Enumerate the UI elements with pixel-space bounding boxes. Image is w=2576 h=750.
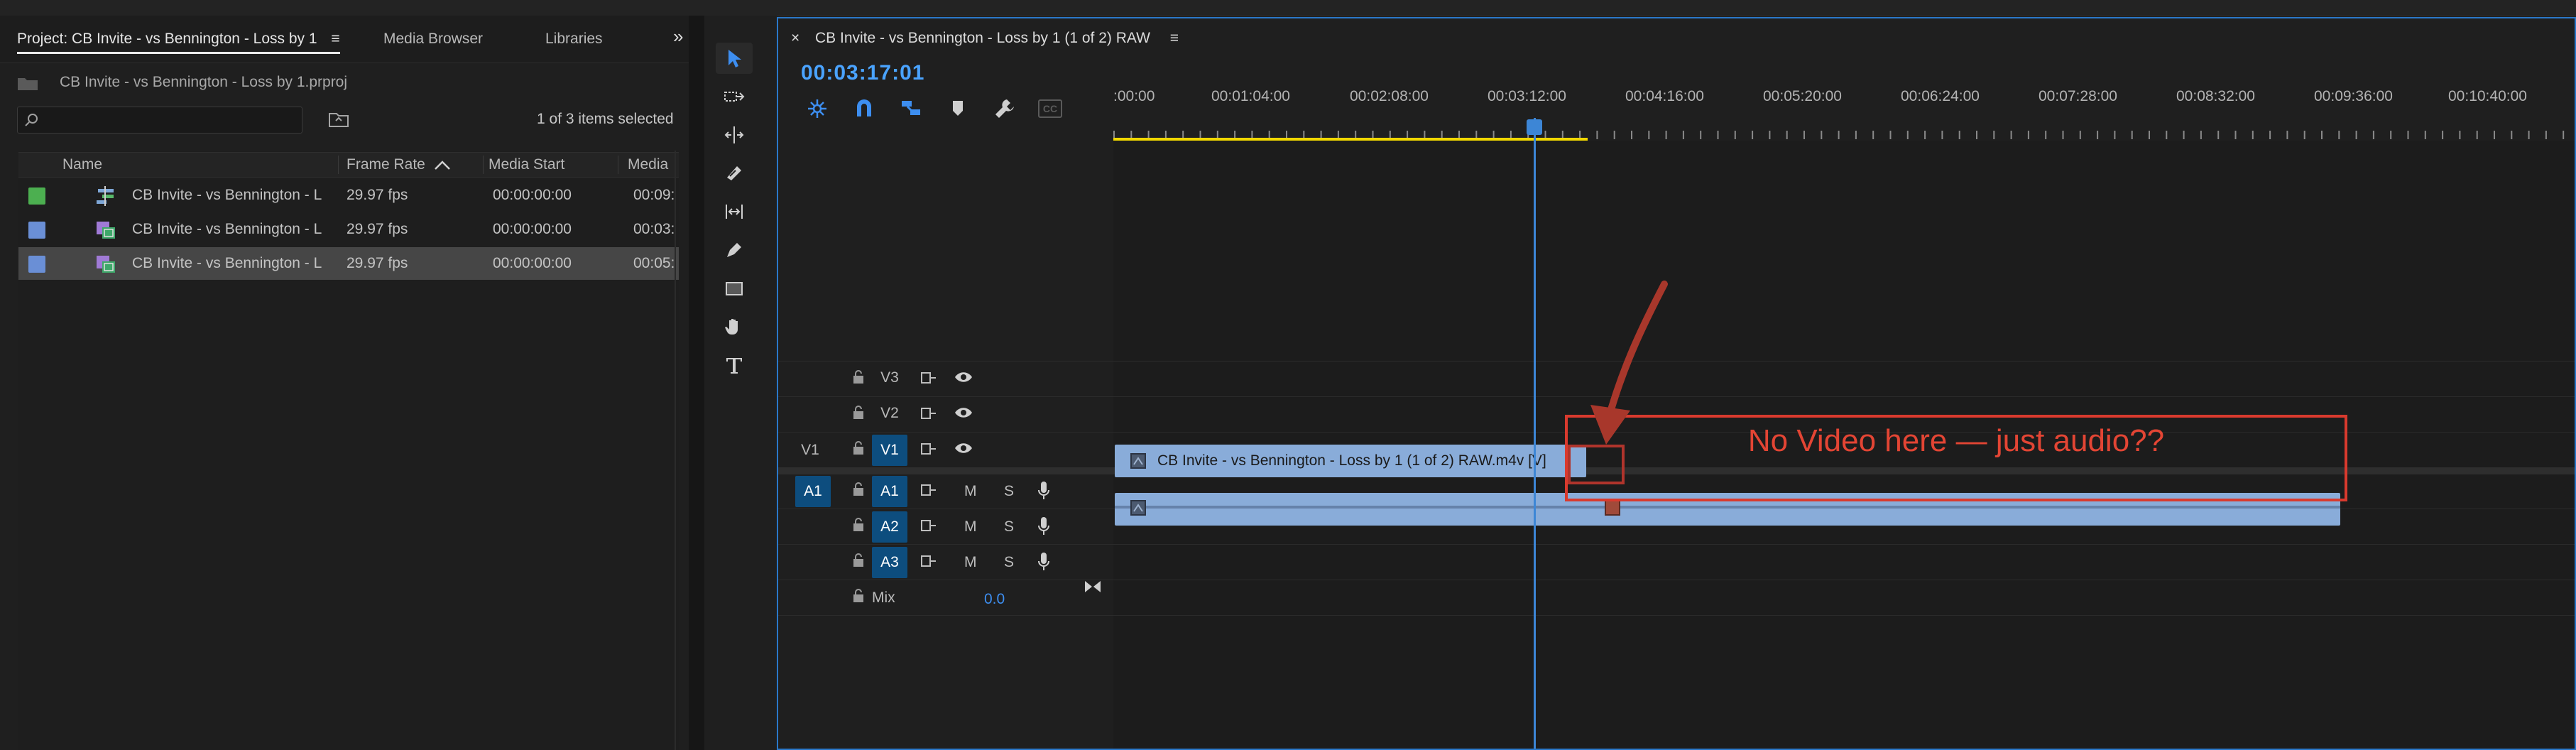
col-divider[interactable] [338, 156, 339, 174]
type-icon[interactable] [716, 349, 753, 381]
item-media: 00:09: [633, 187, 675, 203]
item-media: 00:03: [633, 221, 675, 237]
item-name: CB Invite - vs Bennington - L [132, 187, 322, 203]
ripple-edit-icon[interactable] [716, 119, 753, 151]
project-tabs: Project: CB Invite - vs Bennington - Los… [0, 16, 689, 62]
project-folder-icon [18, 78, 38, 90]
item-frame-rate: 29.97 fps [346, 255, 408, 271]
item-frame-rate: 29.97 fps [346, 221, 408, 237]
tab-project[interactable]: Project: CB Invite - vs Bennington - Los… [17, 16, 340, 62]
hand-icon[interactable] [716, 311, 753, 342]
col-frame-rate[interactable]: Frame Rate [346, 153, 425, 177]
col-media[interactable]: Media [628, 153, 668, 177]
item-name: CB Invite - vs Bennington - L [132, 221, 322, 237]
divider [0, 62, 689, 63]
search-icon [25, 114, 38, 126]
list-item[interactable]: CB Invite - vs Bennington - L 29.97 fps … [18, 213, 679, 246]
item-media-start: 00:00:00:00 [493, 187, 572, 203]
tab-project-label: Project: CB Invite - vs Bennington - Los… [17, 31, 317, 47]
item-frame-rate: 29.97 fps [346, 187, 408, 203]
list-header: Name Frame Rate Media Start Media [18, 152, 679, 178]
label-color-swatch[interactable] [28, 256, 45, 273]
search-input[interactable] [17, 107, 302, 134]
item-media-start: 00:00:00:00 [493, 221, 572, 237]
panel-overflow-icon[interactable]: » [673, 13, 683, 60]
razor-icon[interactable] [716, 158, 753, 189]
sequence-icon [97, 186, 114, 206]
item-name: CB Invite - vs Bennington - L [132, 255, 322, 271]
list-item[interactable]: CB Invite - vs Bennington - L 29.97 fps … [18, 179, 679, 212]
new-bin-icon[interactable] [328, 111, 349, 128]
tab-libraries[interactable]: Libraries [545, 16, 603, 62]
track-select-icon[interactable] [716, 81, 753, 112]
top-strip [0, 0, 2576, 16]
tab-media-browser[interactable]: Media Browser [383, 16, 483, 62]
project-file-name: CB Invite - vs Bennington - Loss by 1.pr… [60, 74, 348, 90]
tools-panel [704, 16, 777, 750]
sort-ascending-icon[interactable] [433, 158, 452, 171]
tab-menu-icon[interactable]: ≡ [331, 31, 339, 47]
label-color-swatch[interactable] [28, 222, 45, 239]
slip-icon[interactable] [716, 196, 753, 227]
col-media-start[interactable]: Media Start [489, 153, 564, 177]
label-color-swatch[interactable] [28, 188, 45, 205]
panel-divider[interactable] [689, 16, 704, 750]
list-scroll-edge[interactable] [675, 151, 676, 750]
pen-icon[interactable] [716, 234, 753, 266]
clip-icon [97, 222, 115, 239]
rectangle-icon[interactable] [716, 273, 753, 304]
clip-icon [97, 256, 115, 273]
col-name[interactable]: Name [62, 153, 102, 177]
timeline-focus-border [777, 17, 2576, 750]
col-divider[interactable] [483, 156, 484, 174]
list-item-selected[interactable]: CB Invite - vs Bennington - L 29.97 fps … [18, 247, 679, 280]
selection-tool-icon[interactable] [716, 43, 753, 74]
item-media: 00:05: [633, 255, 675, 271]
tab-underline [17, 52, 340, 54]
item-media-start: 00:00:00:00 [493, 255, 572, 271]
